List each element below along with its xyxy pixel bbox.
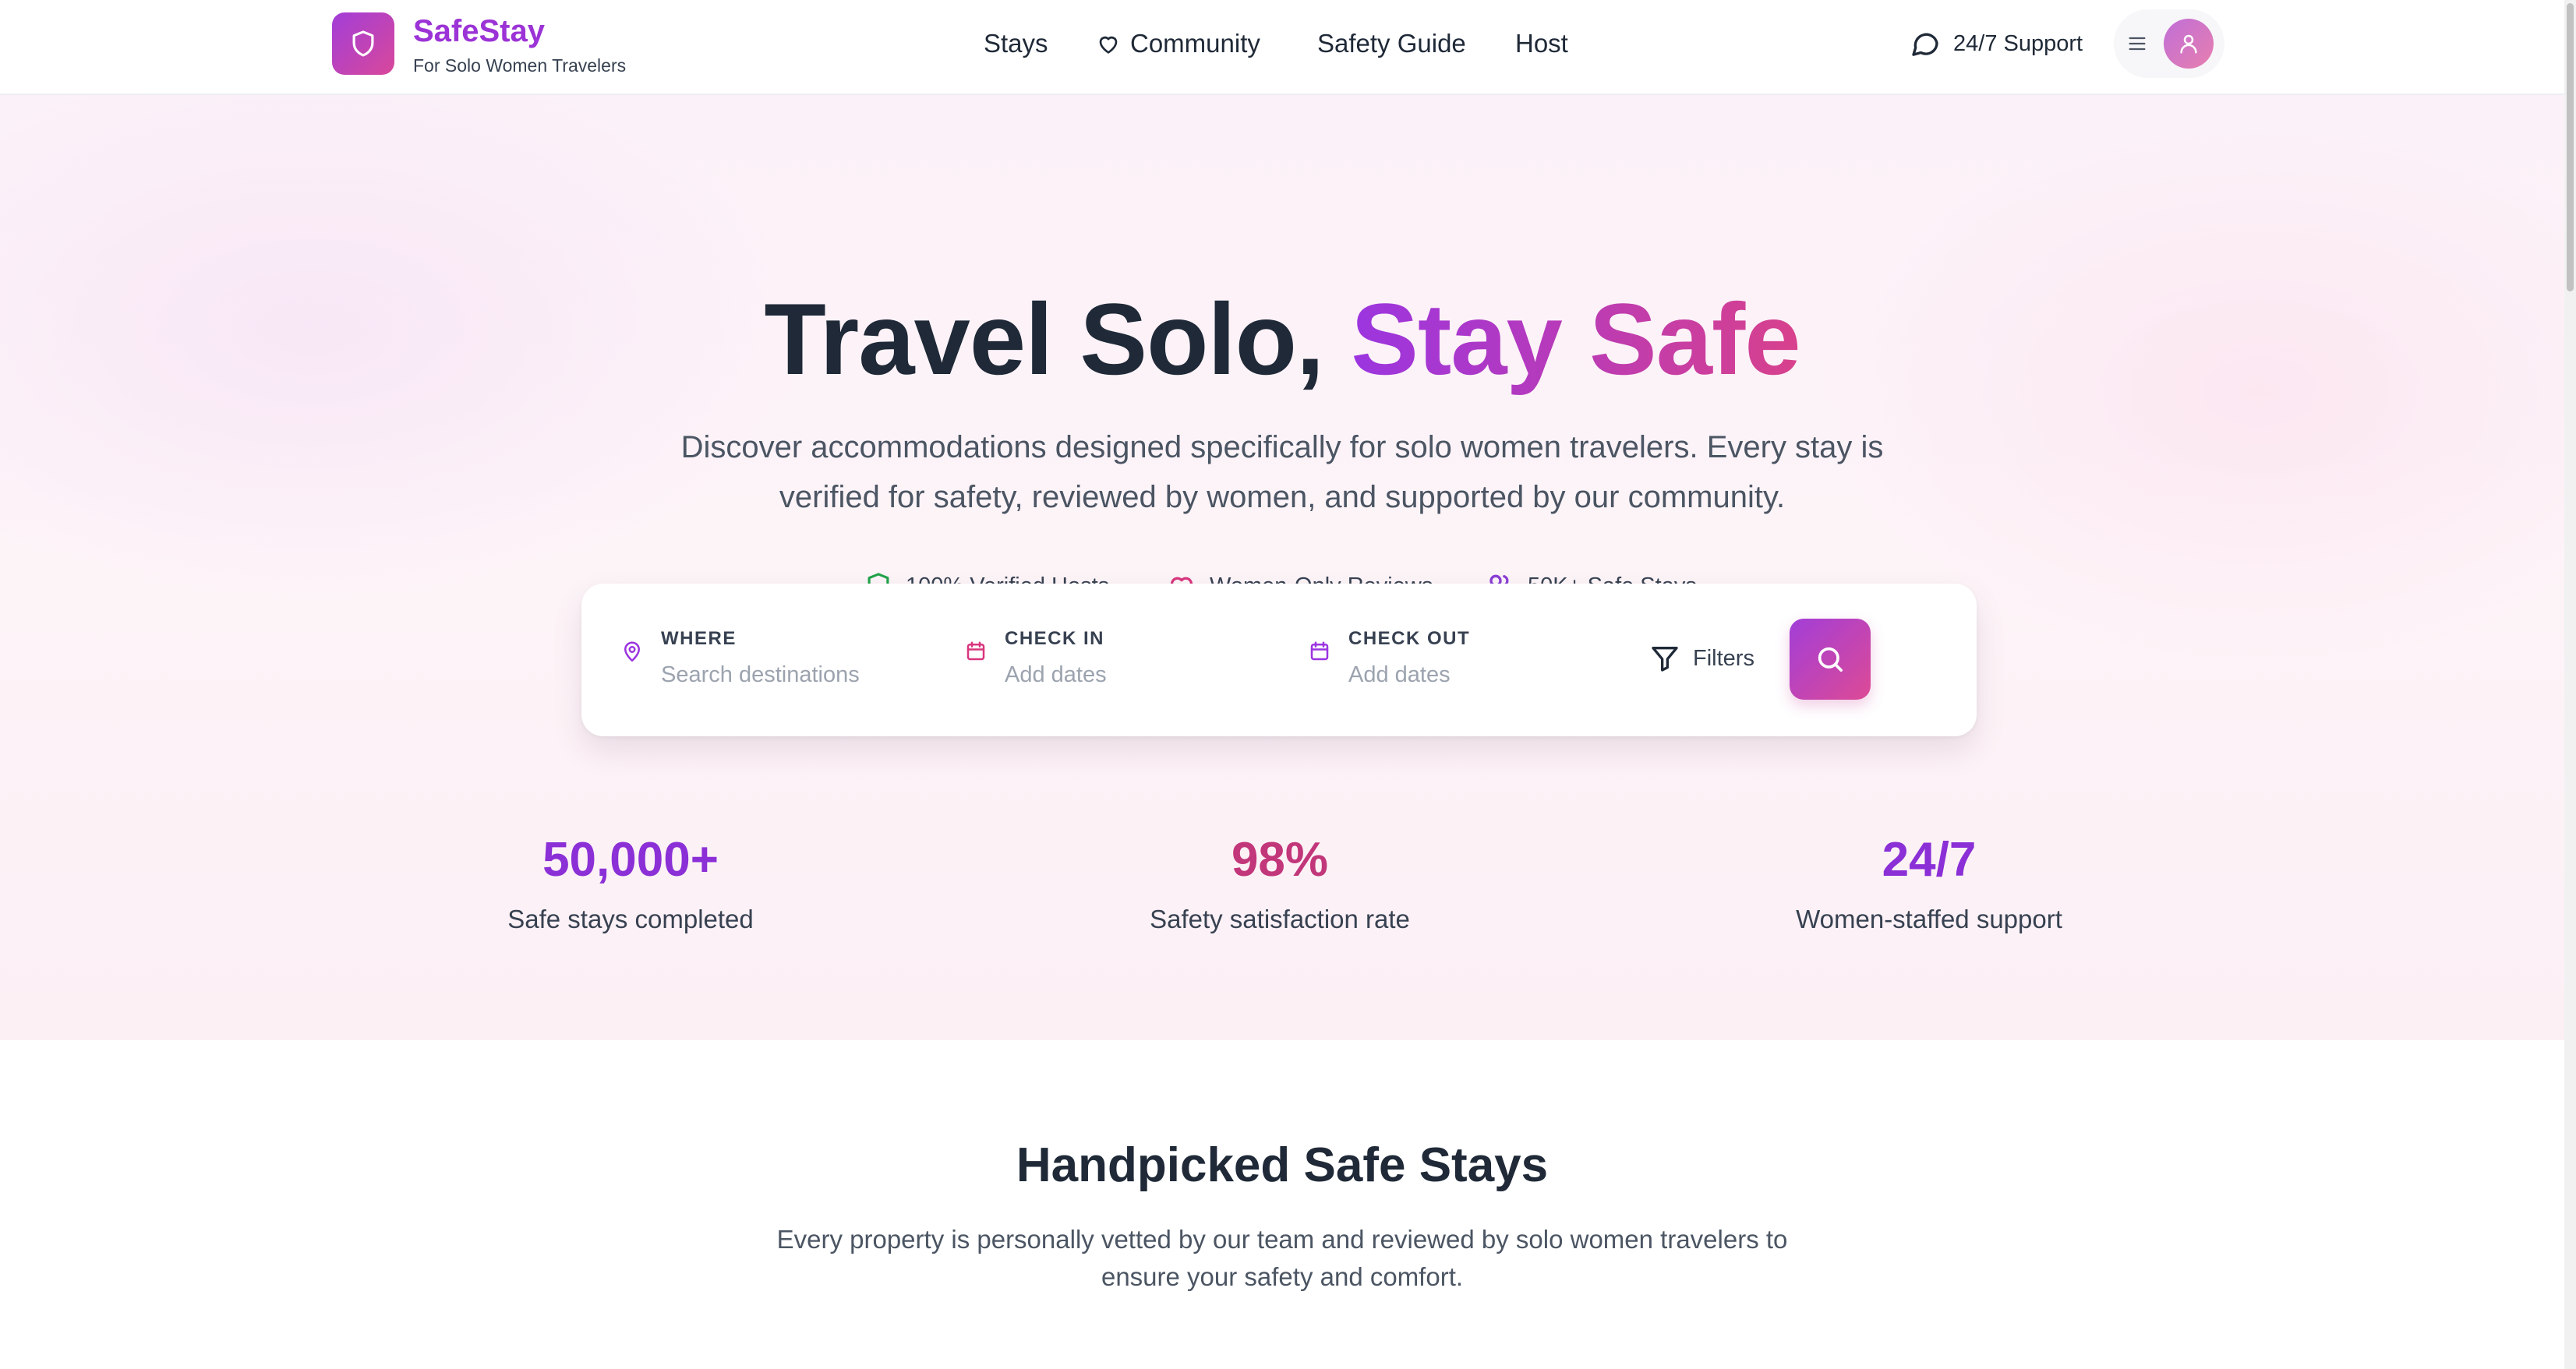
- stat-satisfaction: 98% Safety satisfaction rate: [1007, 829, 1553, 937]
- check-out-field[interactable]: CHECK OUT Add dates: [1308, 626, 1604, 696]
- nav-item-label: Community: [1130, 29, 1260, 58]
- stat-safe-stays: 50,000+ Safe stays completed: [358, 829, 903, 937]
- nav-item-label: Safety Guide: [1317, 29, 1466, 58]
- where-field[interactable]: WHERE Search destinations: [620, 626, 917, 696]
- stat-support: 24/7 Women-staffed support: [1656, 829, 2202, 937]
- filter-icon: [1652, 647, 1678, 672]
- top-navbar: SafeStay For Solo Women Travelers Stays …: [0, 0, 2564, 95]
- search-button[interactable]: [1790, 619, 1871, 700]
- support-link[interactable]: 24/7 Support: [1910, 23, 2083, 64]
- hero-title-plain: Travel Solo,: [764, 282, 1324, 396]
- section-title: Handpicked Safe Stays: [1016, 1138, 1549, 1192]
- map-pin-icon: [624, 641, 640, 662]
- nav-item-community[interactable]: Community: [1096, 23, 1260, 64]
- logo-badge[interactable]: [332, 12, 394, 75]
- nav-item-host[interactable]: Host: [1515, 23, 1568, 64]
- nav-item-stays[interactable]: Stays: [984, 23, 1048, 64]
- calendar-icon: [1310, 641, 1329, 661]
- nav-item-label: Stays: [984, 29, 1048, 58]
- stat-value: 50,000+: [542, 833, 719, 887]
- page-scrollbar[interactable]: [2564, 0, 2576, 1369]
- hamburger-icon: [2129, 37, 2146, 51]
- support-label: 24/7 Support: [1953, 30, 2083, 56]
- hero-section: Travel Solo, Stay Safe Discover accommod…: [0, 95, 2564, 1040]
- check-in-input[interactable]: Add dates: [1005, 662, 1107, 688]
- check-in-field[interactable]: CHECK IN Add dates: [964, 626, 1260, 696]
- user-menu-button[interactable]: [2114, 9, 2224, 78]
- hero-subtitle: Discover accommodations designed specifi…: [680, 430, 1884, 514]
- where-label: WHERE: [661, 628, 737, 649]
- check-out-label: CHECK OUT: [1348, 628, 1471, 649]
- search-icon: [1818, 647, 1843, 672]
- shield-icon: [352, 30, 374, 57]
- heart-icon: [1099, 36, 1118, 54]
- check-out-input[interactable]: Add dates: [1348, 662, 1451, 688]
- nav-item-label: Host: [1515, 29, 1568, 58]
- hero-title-accent: Stay Safe: [1351, 282, 1800, 396]
- nav-item-safety-guide[interactable]: Safety Guide: [1317, 23, 1466, 64]
- search-bar: WHERE Search destinations CHECK IN Add d…: [581, 584, 1977, 736]
- stat-label: Safe stays completed: [507, 905, 754, 933]
- stat-label: Safety satisfaction rate: [1150, 905, 1410, 933]
- stat-value: 98%: [1231, 833, 1329, 887]
- check-in-label: CHECK IN: [1005, 628, 1105, 649]
- stat-value: 24/7: [1882, 833, 1977, 887]
- hero-title: Travel Solo, Stay Safe: [0, 281, 2564, 397]
- avatar: [2164, 19, 2214, 69]
- brand-name[interactable]: SafeStay: [413, 12, 545, 50]
- filters-button[interactable]: Filters: [1649, 640, 1754, 677]
- chat-bubble-icon: [1912, 33, 1938, 56]
- scrollbar-thumb[interactable]: [2567, 3, 2574, 291]
- calendar-icon: [966, 641, 985, 661]
- user-icon: [2180, 34, 2197, 54]
- where-input[interactable]: Search destinations: [661, 662, 860, 688]
- filters-label: Filters: [1693, 645, 1754, 671]
- section-subtitle: Every property is personally vetted by o…: [776, 1225, 1788, 1291]
- brand-tagline: For Solo Women Travelers: [413, 55, 627, 76]
- stat-label: Women-staffed support: [1796, 905, 2062, 933]
